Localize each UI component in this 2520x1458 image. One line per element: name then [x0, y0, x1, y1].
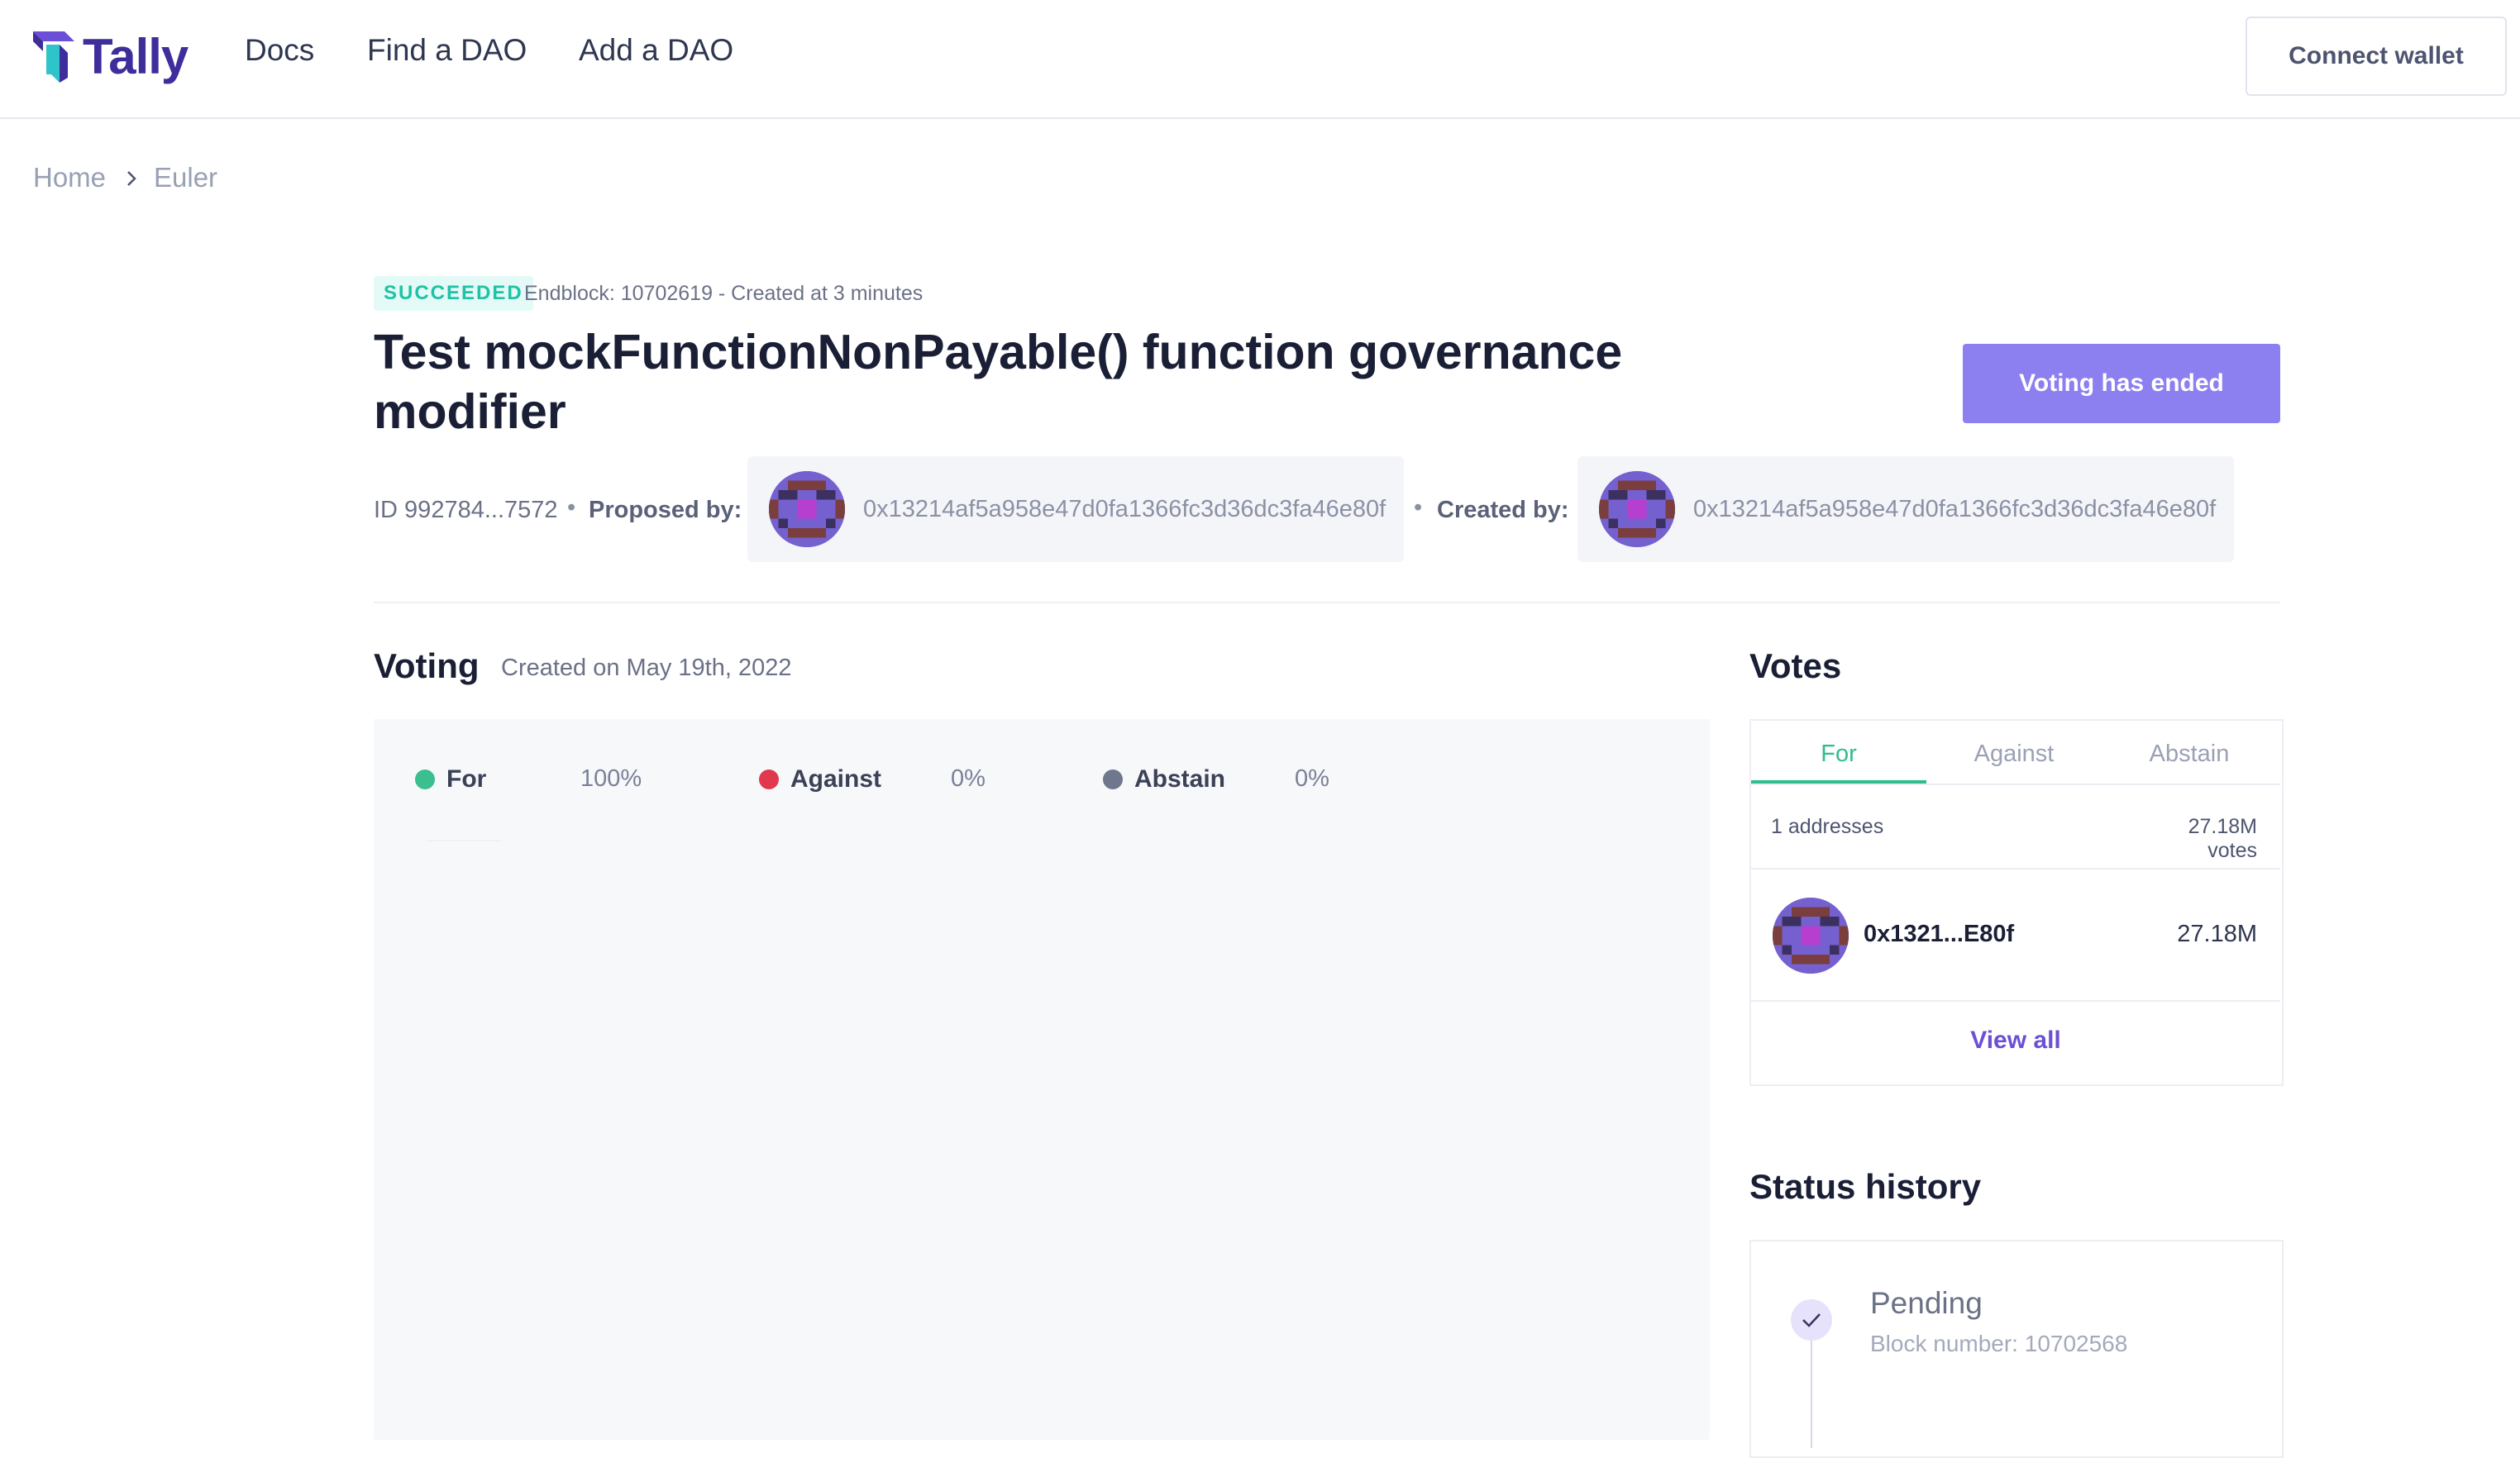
row-divider: [1751, 1000, 2280, 1002]
tally-logo[interactable]: Tally: [31, 23, 189, 89]
voting-created-date: Created on May 19th, 2022: [501, 655, 792, 681]
logo-text: Tally: [83, 28, 189, 84]
separator-dot: •: [1414, 494, 1423, 521]
voter-address[interactable]: 0x1321...E80f: [1864, 921, 2014, 948]
avatar: [769, 471, 845, 547]
for-legend-dot: [415, 770, 435, 789]
proposal-title: Test mockFunctionNonPayable() function g…: [374, 325, 1623, 439]
created-by-label: Created by:: [1437, 497, 1569, 523]
chart-divider: [427, 840, 501, 841]
proposer-chip[interactable]: 0x13214af5a958e47d0fa1366fc3d36dc3fa46e8…: [747, 456, 1404, 562]
proposed-by-label: Proposed by:: [589, 497, 742, 523]
tally-logo-icon: [33, 31, 74, 83]
separator-dot: •: [567, 494, 576, 521]
timeline-line: [1811, 1341, 1812, 1448]
legend-abstain-percent: 0%: [1295, 765, 1329, 792]
tab-against[interactable]: Against: [1926, 741, 2102, 768]
breadcrumb-home[interactable]: Home: [33, 162, 106, 193]
legend-for-label: For: [446, 765, 487, 793]
status-item-name: Pending: [1870, 1286, 1983, 1320]
avatar: [1599, 471, 1675, 547]
creator-address: 0x13214af5a958e47d0fa1366fc3d36dc3fa46e8…: [1693, 495, 2217, 522]
chevron-right-icon: [127, 171, 136, 186]
proposal-id: ID 992784...7572: [374, 497, 558, 523]
voter-votes: 27.18M: [2177, 921, 2257, 947]
votes-title: Votes: [1749, 646, 1842, 685]
view-all-link[interactable]: View all: [1751, 1027, 2280, 1055]
votes-total: 27.18M votes: [2188, 815, 2257, 862]
check-icon: [1791, 1299, 1832, 1341]
voting-title: Voting: [374, 646, 480, 685]
voting-chart-panel: [374, 719, 1710, 1440]
votes-address-count: 1 addresses: [1771, 815, 1884, 838]
abstain-legend-dot: [1103, 770, 1123, 789]
tabs-border: [1751, 784, 2280, 785]
status-badge: SUCCEEDED: [374, 276, 533, 311]
breadcrumb-current[interactable]: Euler: [154, 162, 217, 193]
creator-chip[interactable]: 0x13214af5a958e47d0fa1366fc3d36dc3fa46e8…: [1577, 456, 2234, 562]
nav-find-dao[interactable]: Find a DAO: [367, 33, 527, 68]
nav-docs[interactable]: Docs: [245, 33, 314, 68]
voter-avatar[interactable]: [1773, 898, 1849, 974]
connect-wallet-button[interactable]: Connect wallet: [2246, 17, 2507, 96]
row-divider: [1751, 868, 2280, 870]
section-divider: [374, 602, 2280, 603]
status-item-block: Block number: 10702568: [1870, 1331, 2128, 1356]
status-history-title: Status history: [1749, 1167, 1982, 1206]
legend-for-percent: 100%: [580, 765, 642, 792]
proposer-address: 0x13214af5a958e47d0fa1366fc3d36dc3fa46e8…: [863, 495, 1386, 522]
tab-for[interactable]: For: [1751, 741, 1926, 768]
proposal-meta: Endblock: 10702619 - Created at 3 minute…: [524, 282, 924, 305]
active-tab-indicator: [1751, 780, 1926, 784]
legend-against-percent: 0%: [951, 765, 986, 792]
voting-ended-button[interactable]: Voting has ended: [1963, 344, 2280, 423]
legend-abstain-label: Abstain: [1134, 765, 1226, 793]
nav-add-dao[interactable]: Add a DAO: [579, 33, 733, 68]
tab-abstain[interactable]: Abstain: [2102, 741, 2277, 768]
legend-against-label: Against: [790, 765, 882, 793]
against-legend-dot: [759, 770, 779, 789]
